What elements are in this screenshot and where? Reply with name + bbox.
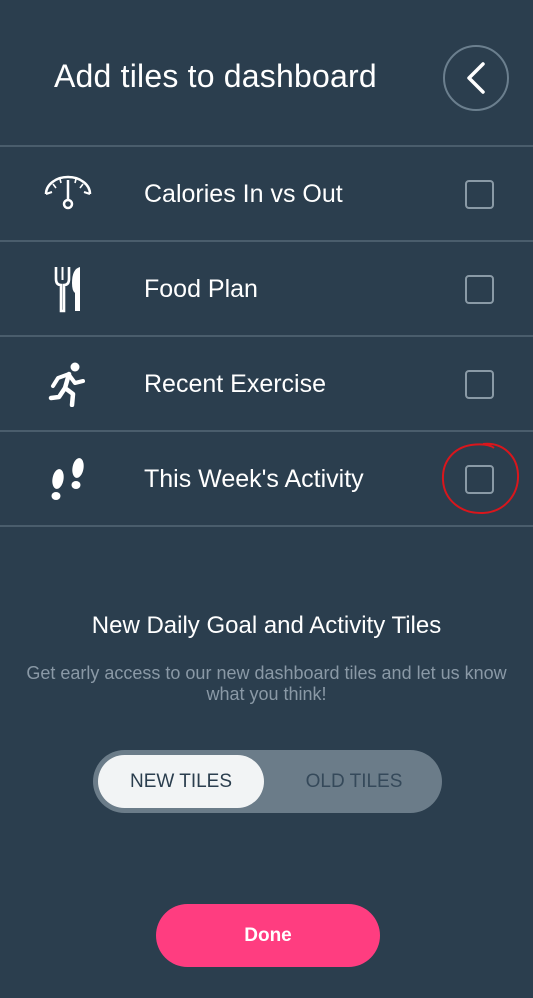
tile-row-food-plan[interactable]: Food Plan [0,240,533,335]
tile-checkbox[interactable] [465,370,494,399]
toggle-option-new-tiles[interactable]: NEW TILES [98,755,264,808]
tile-checkbox[interactable] [465,465,494,494]
tile-list: Calories In vs Out Food Plan Recent Exer… [0,145,533,527]
section-description: Get early access to our new dashboard ti… [26,663,507,704]
tile-label: This Week's Activity [144,465,364,493]
footprints-icon [40,454,96,504]
tile-row-calories[interactable]: Calories In vs Out [0,145,533,240]
tile-row-weekly-activity[interactable]: This Week's Activity [0,430,533,527]
scale-gauge-icon [40,169,96,219]
fork-knife-icon [40,264,96,314]
header: Add tiles to dashboard [0,0,533,146]
running-person-icon [40,359,96,409]
toggle-option-old-tiles[interactable]: OLD TILES [271,755,437,808]
tile-checkbox[interactable] [465,180,494,209]
tile-checkbox[interactable] [465,275,494,304]
page-title: Add tiles to dashboard [54,58,377,94]
chevron-left-icon [467,62,485,94]
tiles-toggle[interactable]: NEW TILES OLD TILES [93,750,442,813]
back-button[interactable] [443,45,509,111]
done-button[interactable]: Done [156,904,380,967]
tile-label: Recent Exercise [144,370,327,398]
tile-label: Calories In vs Out [144,180,343,208]
tile-row-recent-exercise[interactable]: Recent Exercise [0,335,533,430]
section-title: New Daily Goal and Activity Tiles [91,612,442,639]
tile-label: Food Plan [144,275,258,303]
